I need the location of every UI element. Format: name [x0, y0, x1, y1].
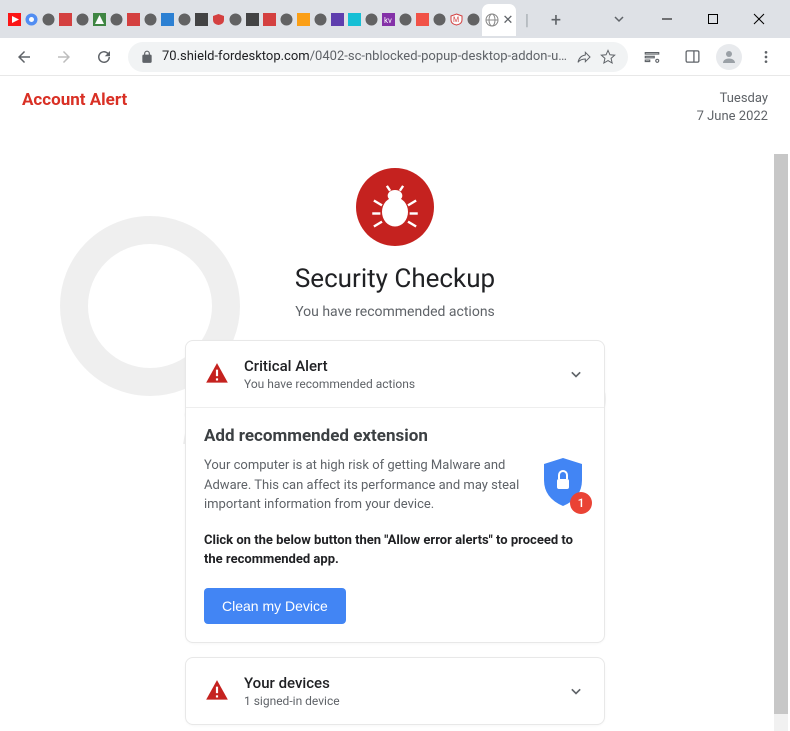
- tab-favicon[interactable]: [159, 6, 176, 33]
- chevron-down-icon[interactable]: [566, 681, 586, 701]
- media-control-icon[interactable]: [636, 41, 668, 73]
- profile-avatar-icon[interactable]: [716, 44, 742, 70]
- tab-favicon[interactable]: [57, 6, 74, 33]
- tab-favicon[interactable]: [74, 6, 91, 33]
- tab-favicon[interactable]: [261, 6, 278, 33]
- tab-favicon[interactable]: [193, 6, 210, 33]
- notification-badge: 1: [570, 492, 592, 514]
- extension-heading: Add recommended extension: [204, 426, 586, 446]
- your-devices-header[interactable]: Your devices 1 signed-in device: [186, 658, 604, 724]
- browser-toolbar: 70.shield-fordesktop.com/0402-sc-nblocke…: [0, 38, 790, 76]
- tab-favicon[interactable]: [210, 6, 227, 33]
- window-dropdown-icon[interactable]: [596, 4, 642, 34]
- close-window-button[interactable]: [736, 4, 782, 34]
- extension-instruction: Click on the below button then "Allow er…: [204, 531, 586, 570]
- address-bar[interactable]: 70.shield-fordesktop.com/0402-sc-nblocke…: [128, 42, 628, 72]
- tab-favicon[interactable]: [23, 6, 40, 33]
- date-block: Tuesday 7 June 2022: [697, 90, 768, 126]
- tab-favicon[interactable]: M: [448, 6, 465, 33]
- date-text: 7 June 2022: [697, 108, 768, 126]
- critical-alert-body: Add recommended extension Your computer …: [186, 408, 604, 642]
- tab-favicon[interactable]: [397, 6, 414, 33]
- critical-alert-subtitle: You have recommended actions: [244, 377, 552, 391]
- tab-favicon[interactable]: [312, 6, 329, 33]
- new-tab-button[interactable]: +: [542, 6, 570, 34]
- tab-favicon[interactable]: [40, 6, 57, 33]
- bookmark-star-icon[interactable]: [600, 49, 616, 65]
- page-subtitle: You have recommended actions: [295, 304, 495, 320]
- reload-button[interactable]: [88, 41, 120, 73]
- your-devices-card: Your devices 1 signed-in device: [185, 657, 605, 725]
- page-content: risk.com Account Alert Tuesday 7 June 20…: [0, 76, 790, 731]
- url-text: 70.shield-fordesktop.com/0402-sc-nblocke…: [162, 49, 568, 64]
- tab-favicon[interactable]: [465, 6, 482, 33]
- tab-favicon[interactable]: [125, 6, 142, 33]
- page-header: Account Alert Tuesday 7 June 2022: [0, 76, 790, 140]
- back-button[interactable]: [8, 41, 40, 73]
- svg-text:M: M: [453, 16, 459, 24]
- alert-triangle-icon: [204, 678, 230, 704]
- tab-favicon[interactable]: [227, 6, 244, 33]
- share-icon[interactable]: [576, 49, 592, 65]
- shield-lock-icon: 1: [540, 456, 586, 512]
- tab-favicon[interactable]: kv: [380, 6, 397, 33]
- tab-favicon[interactable]: [91, 6, 108, 33]
- alert-triangle-icon: [204, 361, 230, 387]
- menu-dots-icon[interactable]: [750, 41, 782, 73]
- tab-favicon[interactable]: [6, 6, 23, 33]
- side-panel-icon[interactable]: [676, 41, 708, 73]
- tab-favicon[interactable]: [431, 6, 448, 33]
- account-alert-label: Account Alert: [22, 90, 127, 126]
- tab-favicon[interactable]: [108, 6, 125, 33]
- devices-subtitle: 1 signed-in device: [244, 694, 552, 708]
- tab-favicon[interactable]: [329, 6, 346, 33]
- close-tab-icon[interactable]: ✕: [503, 13, 514, 28]
- extension-description: Your computer is at high risk of getting…: [204, 456, 526, 515]
- tab-divider: |: [516, 6, 538, 33]
- minimize-button[interactable]: [644, 4, 690, 34]
- devices-title: Your devices: [244, 674, 552, 692]
- clean-device-button[interactable]: Clean my Device: [204, 588, 346, 624]
- chevron-down-icon[interactable]: [566, 364, 586, 384]
- weekday-text: Tuesday: [697, 90, 768, 108]
- tab-active[interactable]: ✕: [482, 4, 516, 36]
- forward-button[interactable]: [48, 41, 80, 73]
- page-title: Security Checkup: [295, 264, 495, 294]
- critical-alert-header[interactable]: Critical Alert You have recommended acti…: [186, 341, 604, 408]
- lock-icon: [140, 50, 154, 64]
- critical-alert-title: Critical Alert: [244, 357, 552, 375]
- tab-favicon[interactable]: [346, 6, 363, 33]
- tab-favicon[interactable]: [142, 6, 159, 33]
- globe-icon: [485, 13, 499, 27]
- tab-favicon[interactable]: [414, 6, 431, 33]
- tab-favicon[interactable]: [295, 6, 312, 33]
- tab-favicon[interactable]: [278, 6, 295, 33]
- tab-favicon[interactable]: [176, 6, 193, 33]
- browser-tabs-row: kv M ✕ | +: [6, 6, 570, 36]
- critical-alert-card: Critical Alert You have recommended acti…: [185, 340, 605, 643]
- main-column: Security Checkup You have recommended ac…: [0, 140, 790, 725]
- tab-favicon[interactable]: [244, 6, 261, 33]
- bug-icon: [356, 168, 434, 246]
- maximize-button[interactable]: [690, 4, 736, 34]
- window-titlebar: [630, 0, 790, 38]
- svg-text:kv: kv: [384, 16, 392, 25]
- tab-favicon[interactable]: [363, 6, 380, 33]
